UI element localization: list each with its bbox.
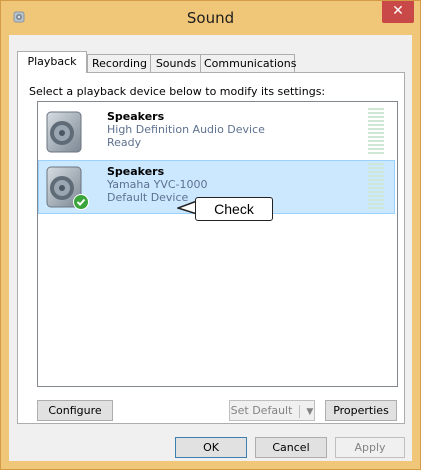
default-check-icon — [73, 194, 89, 210]
apply-button[interactable]: Apply — [335, 437, 405, 458]
tab-sounds[interactable]: Sounds — [150, 54, 202, 72]
device-name: Speakers — [107, 165, 165, 178]
properties-button[interactable]: Properties — [325, 400, 397, 421]
tab-communications[interactable]: Communications — [200, 54, 296, 72]
volume-meter — [368, 163, 384, 211]
sound-dialog: Sound ✕ Playback Recording Sounds Commun… — [0, 0, 421, 470]
tab-recording[interactable]: Recording — [87, 54, 152, 72]
device-description: High Definition Audio Device — [107, 123, 265, 136]
device-list[interactable]: Speakers High Definition Audio Device Re… — [37, 101, 398, 387]
check-callout: Check — [195, 197, 273, 221]
dialog-client-area: Playback Recording Sounds Communications… — [9, 35, 412, 461]
dropdown-arrow-icon: ▼ — [306, 407, 314, 417]
tab-playback[interactable]: Playback — [17, 51, 87, 73]
set-default-button[interactable]: Set Default ▼ — [229, 400, 315, 421]
instruction-text: Select a playback device below to modify… — [29, 85, 326, 98]
device-status: Ready — [107, 136, 142, 149]
title-bar[interactable]: Sound ✕ — [1, 1, 420, 35]
cancel-button[interactable]: Cancel — [255, 437, 327, 458]
set-default-label: Set Default — [230, 404, 293, 417]
volume-meter — [368, 108, 384, 156]
device-name: Speakers — [107, 110, 165, 123]
close-icon: ✕ — [392, 3, 404, 19]
close-button[interactable]: ✕ — [382, 1, 414, 23]
device-description: Yamaha YVC-1000 — [107, 178, 208, 191]
speaker-icon — [46, 166, 89, 210]
window-title: Sound — [186, 9, 235, 27]
device-item-hd-audio[interactable]: Speakers High Definition Audio Device Re… — [39, 106, 394, 158]
configure-button[interactable]: Configure — [37, 400, 113, 421]
speaker-icon — [46, 111, 82, 153]
ok-button[interactable]: OK — [175, 437, 247, 458]
split-divider — [298, 404, 300, 418]
